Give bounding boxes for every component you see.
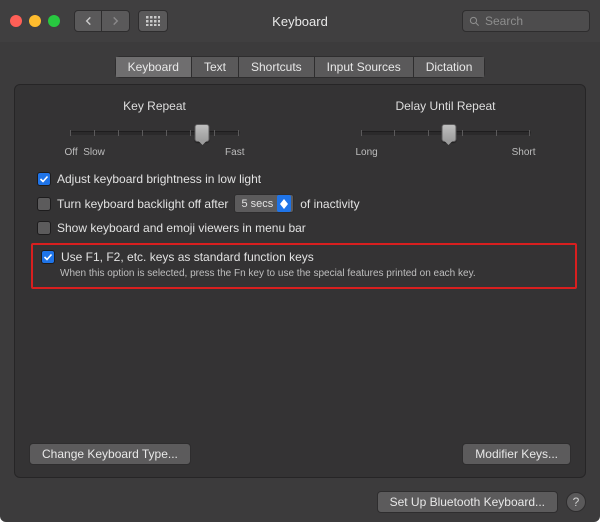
bluetooth-keyboard-button[interactable]: Set Up Bluetooth Keyboard... (377, 491, 558, 513)
check-icon (43, 252, 53, 262)
key-repeat-label: Key Repeat (123, 99, 186, 113)
delay-label: Delay Until Repeat (395, 99, 495, 113)
back-button[interactable] (74, 10, 102, 32)
delay-slider[interactable] (361, 123, 531, 143)
fn-keys-subtext: When this option is selected, press the … (41, 267, 567, 280)
backlight-off-checkbox[interactable] (37, 197, 51, 211)
search-icon (469, 16, 480, 27)
stepper-icon (277, 195, 291, 212)
forward-button[interactable] (102, 10, 130, 32)
backlight-off-prefix: Turn keyboard backlight off after (57, 197, 228, 211)
adjust-brightness-label: Adjust keyboard brightness in low light (57, 172, 261, 186)
tab-bar: Keyboard Text Shortcuts Input Sources Di… (14, 56, 586, 78)
show-all-button[interactable] (138, 10, 168, 32)
modifier-keys-button[interactable]: Modifier Keys... (462, 443, 571, 465)
zoom-icon[interactable] (48, 15, 60, 27)
minimize-icon[interactable] (29, 15, 41, 27)
backlight-off-suffix: of inactivity (300, 197, 359, 211)
help-button[interactable]: ? (566, 492, 586, 512)
fn-keys-checkbox[interactable] (41, 250, 55, 264)
search-input[interactable]: Search (462, 10, 590, 32)
backlight-delay-select[interactable]: 5 secs (234, 194, 294, 213)
search-placeholder: Search (485, 14, 523, 28)
show-viewers-checkbox[interactable] (37, 221, 51, 235)
check-icon (39, 174, 49, 184)
fn-keys-highlight: Use F1, F2, etc. keys as standard functi… (31, 243, 577, 289)
tab-text[interactable]: Text (191, 56, 238, 78)
settings-panel: Key Repeat Off Slow Fast Delay Until Rep… (14, 84, 586, 478)
key-repeat-slider[interactable] (70, 123, 240, 143)
fn-keys-label: Use F1, F2, etc. keys as standard functi… (61, 250, 314, 264)
change-keyboard-type-button[interactable]: Change Keyboard Type... (29, 443, 191, 465)
tab-dictation[interactable]: Dictation (413, 56, 486, 78)
tab-keyboard[interactable]: Keyboard (115, 56, 191, 78)
titlebar: Keyboard Search (0, 0, 600, 42)
close-icon[interactable] (10, 15, 22, 27)
show-viewers-label: Show keyboard and emoji viewers in menu … (57, 221, 306, 235)
tab-input-sources[interactable]: Input Sources (314, 56, 413, 78)
adjust-brightness-checkbox[interactable] (37, 172, 51, 186)
tab-shortcuts[interactable]: Shortcuts (238, 56, 314, 78)
